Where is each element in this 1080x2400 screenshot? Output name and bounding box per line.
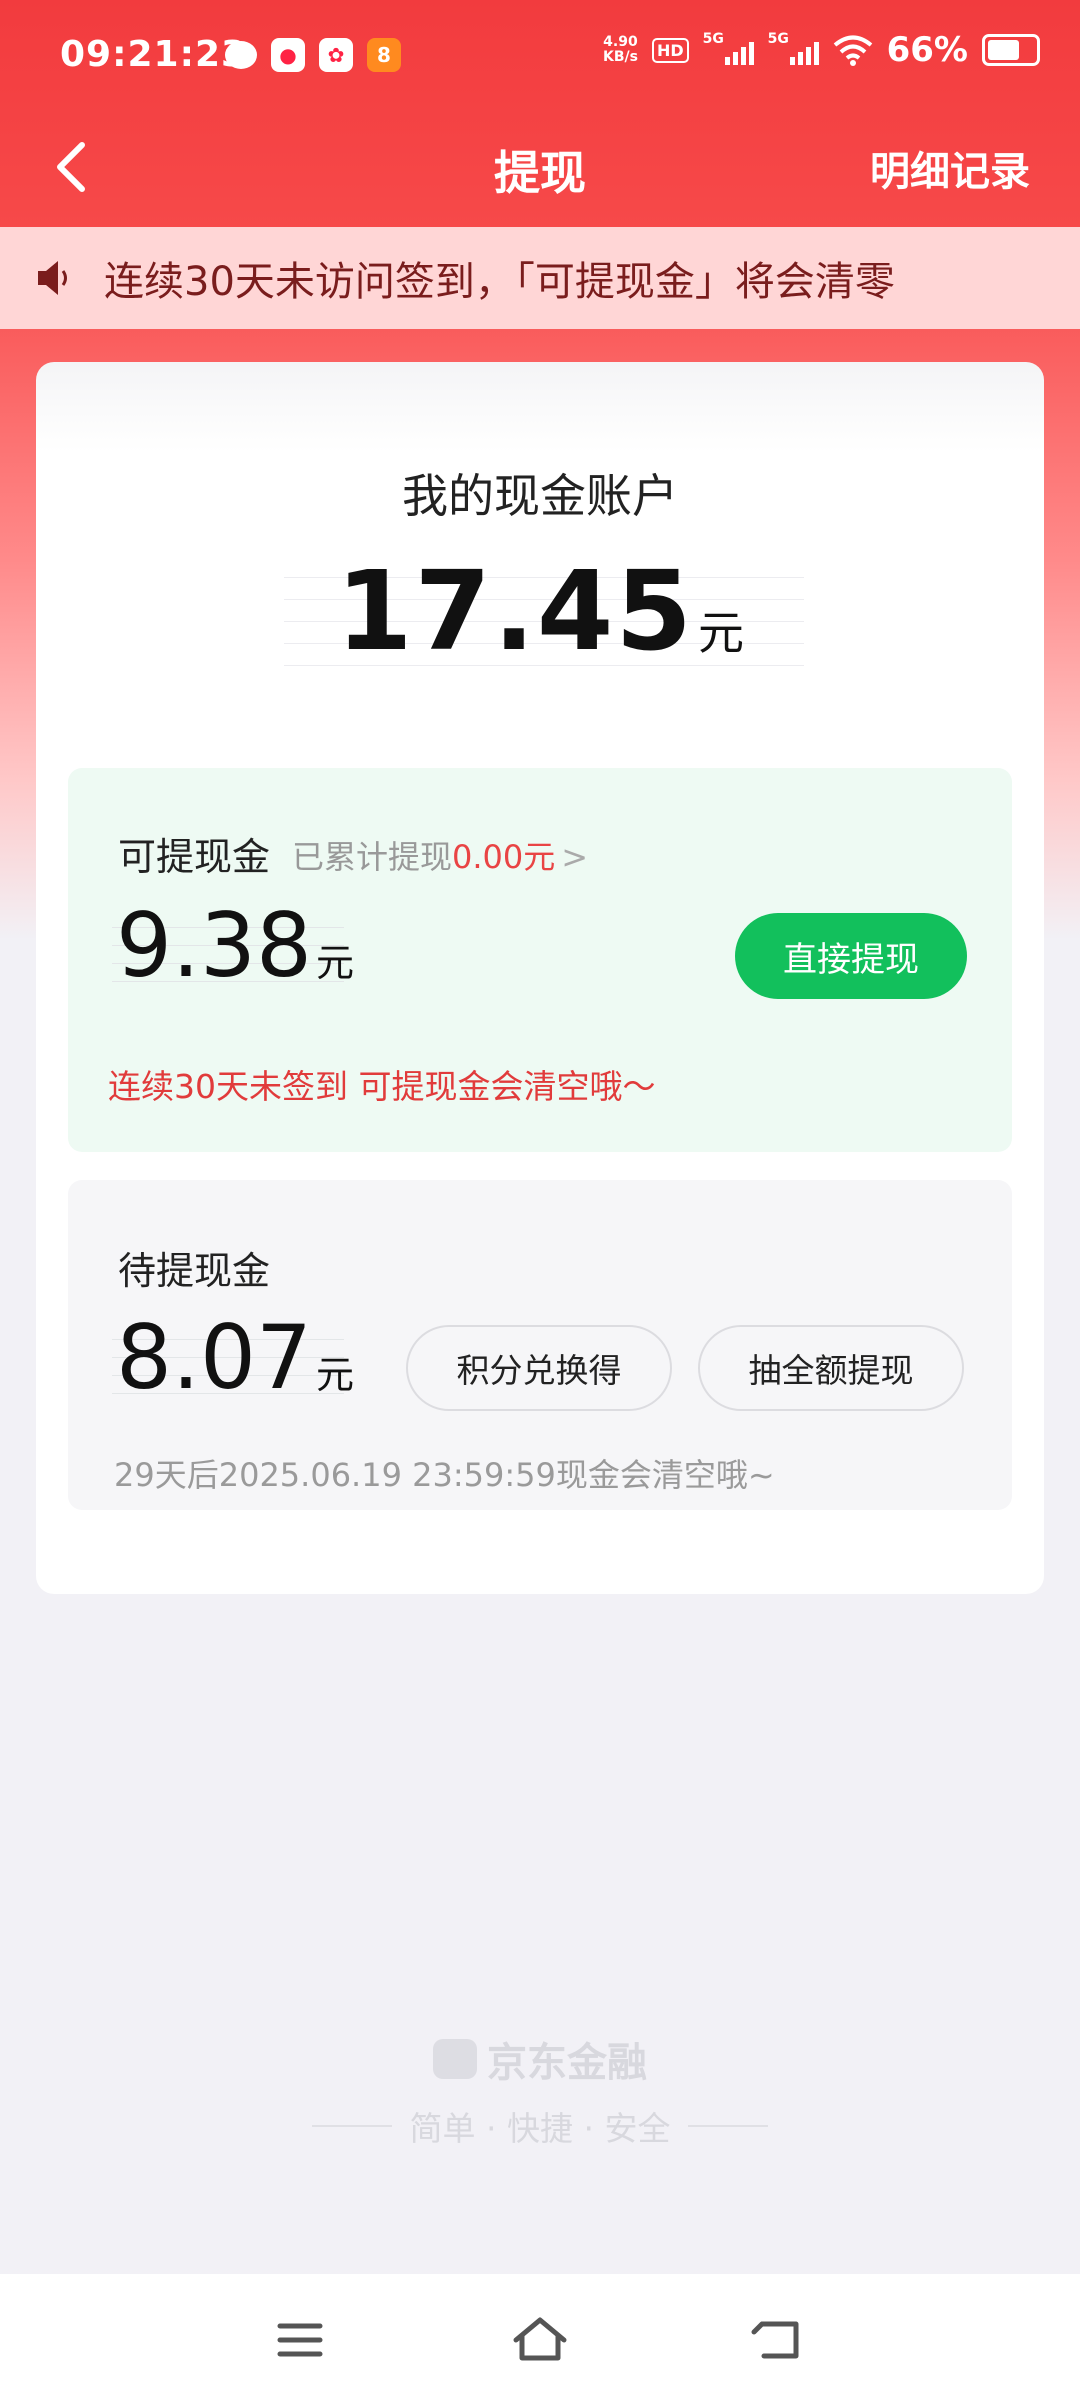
location-pin-icon: ● [271,38,305,72]
brand-logo: 京东金融 [433,2030,647,2088]
notice-banner: 连续30天未访问签到，「可提现金」将会清零 [0,227,1080,329]
withdrawable-panel: 可提现金 已累计提现0.00元 > 9.38 元 直接提现 连续30天未签到 可提现… [68,768,1012,1152]
status-right: 4.90 KB/s HD 5G 5G 66% [603,30,1040,70]
withdrawable-label: 可提现金 [118,835,271,879]
navigation-header: 提现 明细记录 [0,115,1080,227]
withdrawable-balance: 9.38 元 [116,894,354,997]
back-nav-icon[interactable] [750,2312,810,2368]
brand-slogan: 简单 · 快捷 · 安全 [0,2102,1080,2150]
pending-expiry-note: 29天后2025.06.19 23:59:59现金会清空哦~ [114,1456,775,1494]
network-speed: 4.90 KB/s [602,34,638,65]
cumulative-withdrawn-link[interactable]: 已累计提现0.00元 > [292,832,588,878]
wifi-icon [833,35,872,66]
system-navigation-bar [0,2274,1080,2400]
battery-percent: 66% [886,30,968,70]
account-unit: 元 [697,606,744,660]
account-title: 我的现金账户 [402,469,678,523]
battery-icon [982,34,1040,66]
hd-voice-icon: HD [651,37,689,63]
account-amount: 17.45 [336,547,694,675]
points-exchange-button[interactable]: 积分兑换得 [406,1325,672,1411]
lottery-withdraw-button[interactable]: 抽全额提现 [698,1325,964,1411]
cumulative-amount: 0.00元 [452,838,556,876]
chat-bubble-icon [225,41,257,69]
pending-cash-panel: 待提现金 8.07 元 积分兑换得 抽全额提现 29天后2025.06.19 23… [68,1180,1012,1510]
menu-icon[interactable] [270,2312,330,2368]
account-balance: 17.45元 [36,547,1044,675]
signal-5g-icon: 5G [703,31,754,65]
status-time: 09:21:23 [60,34,248,75]
chevron-right-icon: > [561,838,589,876]
brand-footer: 京东金融 简单 · 快捷 · 安全 [0,2030,1080,2150]
detail-record-link[interactable]: 明细记录 [870,139,1030,197]
withdrawable-amount: 9.38 [116,894,312,997]
home-icon[interactable] [510,2312,570,2368]
speaker-icon [38,261,67,295]
notification-icons: ● ✿ 8 [225,38,401,72]
pending-balance: 8.07 元 [116,1306,354,1409]
pending-label: 待提现金 [118,1249,271,1293]
status-bar: 09:21:23 ● ✿ 8 4.90 KB/s HD 5G 5G 66% [0,0,1080,115]
notice-text: 连续30天未访问签到，「可提现金」将会清零 [104,259,895,305]
app-badge-icon: 8 [367,38,401,72]
pending-amount: 8.07 [116,1306,312,1409]
signal-5g-icon-2: 5G [768,31,819,65]
jd-finance-logo-icon [433,2039,477,2079]
cartoon-app-icon: ✿ [319,38,353,72]
withdrawable-warning: 连续30天未签到 可提现金会清空哦～ [108,1067,656,1106]
withdraw-now-button[interactable]: 直接提现 [735,913,967,999]
